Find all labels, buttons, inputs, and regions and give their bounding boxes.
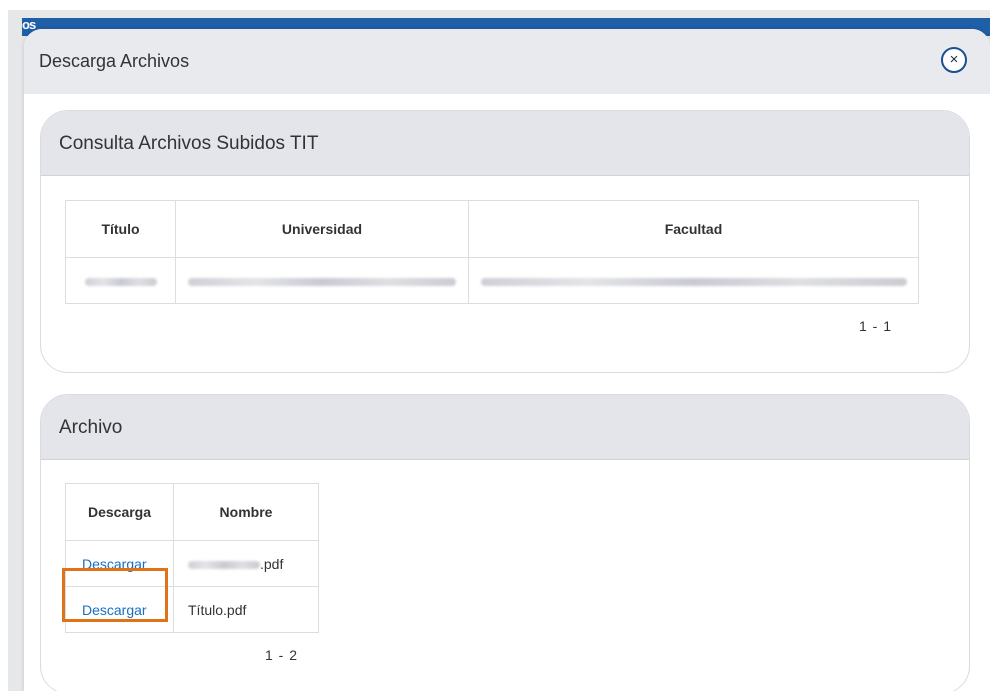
cell-title-redacted: [65, 257, 176, 304]
modal-title: Descarga Archivos: [39, 51, 190, 71]
table-row: Descargar Título.pdf: [65, 586, 319, 633]
download-files-modal: Descarga Archivos × Consulta Archivos Su…: [24, 29, 990, 691]
table-row: [65, 257, 919, 304]
panel-title: Archivo: [59, 417, 123, 438]
filename-cell: Título.pdf: [173, 586, 319, 633]
cell-faculty-redacted: [468, 257, 919, 304]
column-header-university: Universidad: [175, 200, 469, 258]
filename-extension: .pdf: [260, 555, 284, 572]
download-link[interactable]: Descargar: [82, 556, 147, 572]
uploaded-files-panel: Consulta Archivos Subidos TIT Título Uni…: [40, 110, 970, 373]
column-header-download: Descarga: [65, 483, 174, 541]
column-header-faculty: Facultad: [468, 200, 919, 258]
close-icon: ×: [949, 51, 959, 68]
pagination-info: 1 - 1: [859, 318, 893, 334]
close-button[interactable]: ×: [941, 47, 967, 73]
table-row: Descargar .pdf: [65, 540, 319, 587]
modal-header: Descarga Archivos ×: [24, 29, 990, 94]
uploaded-files-table: Título Universidad Facultad: [65, 200, 919, 304]
file-table: Descarga Nombre Descargar .pdf Descargar…: [65, 483, 319, 633]
table-header-row: Título Universidad Facultad: [65, 200, 919, 258]
cell-university-redacted: [175, 257, 469, 304]
column-header-name: Nombre: [173, 483, 319, 541]
column-header-title: Título: [65, 200, 176, 258]
filename-cell: .pdf: [173, 540, 319, 587]
redacted-filename: [188, 560, 260, 569]
table-header-row: Descarga Nombre: [65, 483, 319, 541]
download-cell: Descargar: [65, 586, 174, 633]
download-cell: Descargar: [65, 540, 174, 587]
modal-body: Consulta Archivos Subidos TIT Título Uni…: [24, 94, 990, 691]
panel-header: Consulta Archivos Subidos TIT: [41, 111, 969, 176]
panel-header: Archivo: [41, 395, 969, 460]
download-link[interactable]: Descargar: [82, 602, 147, 618]
pagination-info: 1 - 2: [265, 647, 299, 663]
panel-title: Consulta Archivos Subidos TIT: [59, 133, 319, 154]
file-panel: Archivo Descarga Nombre Descargar .pdf D…: [40, 394, 970, 691]
